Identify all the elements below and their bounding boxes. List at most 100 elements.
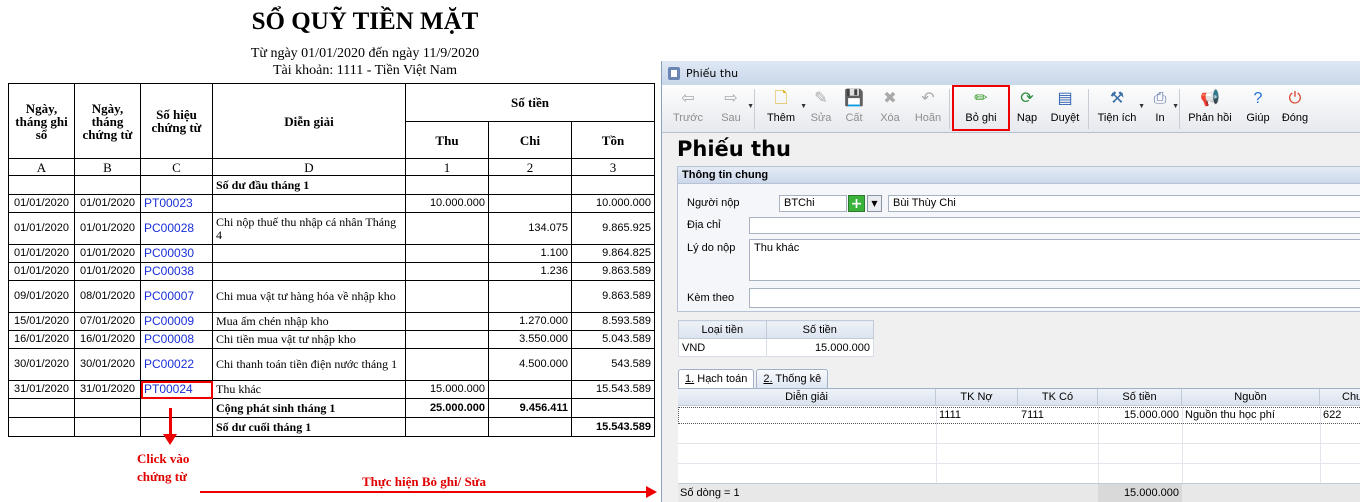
doc-number-cell[interactable]: PC00038 — [140, 262, 213, 281]
chi-cell — [488, 194, 572, 213]
toolbar-button-delete[interactable]: ✖ Xóa — [871, 85, 909, 131]
ledger-period: Từ ngày 01/01/2020 đến ngày 11/9/2020 — [250, 46, 480, 61]
toolbar-button-label: In — [1155, 112, 1165, 124]
ledger-account: Tài khoản: 1111 - Tiền Việt Nam — [273, 63, 457, 78]
toolbar-button-edit[interactable]: ✎ Sửa — [805, 85, 837, 131]
description-cell: Chi mua vật tư hàng hóa về nhập kho — [212, 280, 406, 313]
thu-cell — [405, 330, 489, 349]
col-letter: B — [74, 158, 141, 176]
grid-cell-extra[interactable]: 622 — [1320, 407, 1360, 424]
grid-header-description[interactable]: Diễn giải — [678, 389, 936, 406]
doc-date-cell: 08/01/2020 — [74, 280, 141, 313]
grid-header-debit[interactable]: TK Nợ — [936, 389, 1018, 406]
toolbar-button-feedback[interactable]: 📢 Phản hồi — [1182, 85, 1238, 131]
grid-cell-debit[interactable]: 1111 — [936, 407, 1018, 424]
doc-number-link[interactable]: PC00028 — [144, 221, 194, 235]
ledger-title: SỔ QUỸ TIỀN MẶT — [251, 8, 479, 35]
toolbar-button-save[interactable]: 💾 Cất — [837, 85, 871, 131]
doc-date-cell: 01/01/2020 — [74, 244, 141, 263]
reason-field[interactable]: Thu khác — [749, 239, 1360, 281]
toolbar-button-browse[interactable]: ▤ Duyệt — [1044, 85, 1086, 131]
toolbar-button-refresh[interactable]: ⟳ Nạp — [1010, 85, 1044, 131]
tools-icon: ⚒ — [1109, 90, 1125, 107]
doc-number-cell[interactable]: PT00023 — [140, 194, 213, 213]
payer-code-field[interactable]: BTChi — [779, 195, 847, 212]
doc-number-link[interactable]: PC00030 — [144, 246, 194, 260]
toolbar-separator — [1179, 89, 1180, 129]
toolbar-button-print[interactable]: ⎙ In ▼ — [1143, 85, 1179, 131]
doc-number-cell[interactable]: PC00009 — [140, 312, 213, 331]
doc-number-link[interactable]: PC00007 — [144, 289, 194, 303]
address-field[interactable] — [749, 217, 1360, 234]
tab-statistics[interactable]: 2. Thống kê — [756, 369, 829, 388]
description-cell — [212, 262, 406, 281]
doc-number-cell[interactable]: PC00007 — [140, 280, 213, 313]
toolbar-button-arrow-right[interactable]: ⇨ Sau ▼ — [710, 85, 754, 131]
doc-date-cell: 07/01/2020 — [74, 312, 141, 331]
col-header-doc-no: Số hiệu chứng từ — [140, 83, 213, 159]
attach-field[interactable] — [749, 288, 1360, 308]
toolbar-button-help[interactable]: ? Giúp — [1238, 85, 1278, 131]
down-arrow-icon — [169, 408, 172, 436]
currency-amount-cell[interactable]: 15.000.000 — [765, 338, 875, 357]
currency-type-header: Loại tiền — [678, 320, 767, 339]
doc-number-link[interactable]: PC00009 — [144, 314, 194, 328]
toolbar-button-add-document[interactable]: 🗋 Thêm ▼ — [757, 85, 807, 131]
grid-header-extra[interactable]: Chư — [1320, 389, 1360, 406]
toolbar-button-label: Sau — [721, 112, 741, 124]
post-date-cell: 01/01/2020 — [8, 194, 75, 213]
doc-number-cell[interactable]: PT00024 — [140, 380, 213, 399]
table-row: 01/01/2020 01/01/2020 PC00038 1.236 9.863.58… — [8, 262, 656, 281]
chevron-down-icon[interactable]: ▼ — [1172, 103, 1179, 110]
grid-cell-description[interactable] — [678, 407, 936, 424]
ton-cell: 9.864.825 — [570, 244, 656, 263]
thu-cell — [405, 280, 489, 313]
grid-header-source[interactable]: Nguồn — [1182, 389, 1320, 406]
toolbar-button-undo[interactable]: ↶ Hoãn — [909, 85, 947, 131]
col-header-chi: Chi — [488, 121, 572, 159]
add-payer-button[interactable]: + — [848, 195, 865, 212]
toolbar-button-tools[interactable]: ⚒ Tiện ích ▼ — [1091, 85, 1145, 131]
toolbar-button-label: Cất — [845, 112, 863, 124]
table-row: 01/01/2020 01/01/2020 PC00028 Chi nộp thuế … — [8, 212, 656, 245]
post-date-cell: 16/01/2020 — [8, 330, 75, 349]
table-row: 15/01/2020 07/01/2020 PC00009 Mua ấm chén n… — [8, 312, 656, 331]
window-titlebar[interactable]: Phiếu thu — [662, 61, 1360, 85]
ton-cell: 9.863.589 — [570, 280, 656, 313]
doc-number-cell[interactable]: PC00022 — [140, 348, 213, 381]
thu-cell — [405, 312, 489, 331]
doc-number-cell[interactable]: PC00028 — [140, 212, 213, 245]
annotation-click-line1: Click vào — [137, 451, 190, 466]
doc-date-cell: 01/01/2020 — [74, 212, 141, 245]
toolbar: ⇦ Trước ⇨ Sau ▼ 🗋 Thêm ▼ ✎ Sửa 💾 Cất ✖ Xóa ↶ Hoãn ✏ Bỏ gh… — [662, 85, 1360, 133]
grid-header-amount[interactable]: Số tiền — [1098, 389, 1182, 406]
grid-header-credit[interactable]: TK Có — [1018, 389, 1098, 406]
grid-cell-source[interactable]: Nguồn thu học phí — [1182, 407, 1320, 424]
tab-accounting[interactable]: 1. Hạch toán — [678, 369, 755, 388]
description-cell — [212, 194, 406, 213]
payer-dropdown-button[interactable]: ▼ — [867, 195, 882, 212]
doc-number-link[interactable]: PT00024 — [144, 382, 193, 396]
payer-label: Người nộp — [687, 197, 740, 209]
toolbar-button-close[interactable]: ⏻ Đóng — [1278, 85, 1312, 131]
post-date-cell: 01/01/2020 — [8, 244, 75, 263]
thu-cell: 15.000.000 — [405, 380, 489, 399]
ton-cell: 9.863.589 — [570, 262, 656, 281]
doc-number-link[interactable]: PC00008 — [144, 332, 194, 346]
grid-cell-credit[interactable]: 7111 — [1018, 407, 1098, 424]
toolbar-button-unpost[interactable]: ✏ Bỏ ghi — [952, 85, 1010, 131]
currency-type-cell[interactable]: VND — [678, 338, 767, 357]
grid-cell-amount[interactable]: 15.000.000 — [1098, 407, 1182, 424]
doc-number-cell[interactable]: PC00030 — [140, 244, 213, 263]
doc-number-link[interactable]: PC00038 — [144, 264, 194, 278]
payer-name-field[interactable]: Bùi Thùy Chi — [888, 195, 1360, 212]
doc-number-link[interactable]: PT00023 — [144, 196, 193, 210]
toolbar-button-arrow-left[interactable]: ⇦ Trước — [666, 85, 710, 131]
doc-number-link[interactable]: PC00022 — [144, 357, 194, 371]
chi-cell: 1.236 — [488, 262, 572, 281]
doc-number-cell[interactable]: PC00008 — [140, 330, 213, 349]
chevron-down-icon[interactable]: ▼ — [747, 103, 754, 110]
table-row: 31/01/2020 31/01/2020 PT00024 Thu khác 15.00… — [8, 380, 656, 399]
toolbar-button-label: Đóng — [1281, 112, 1309, 124]
arrow-right-icon: ⇨ — [724, 90, 738, 107]
